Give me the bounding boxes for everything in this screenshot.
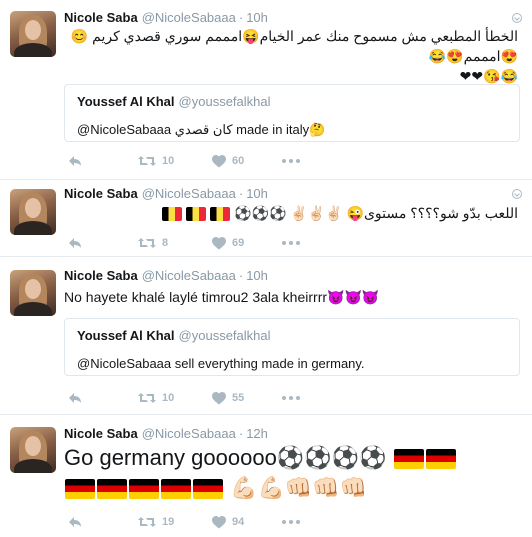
tweet[interactable]: Nicole Saba @NicoleSabaaa · 10h الخطأ المطب… <box>0 0 532 180</box>
quoted-tweet[interactable]: Youssef Al Khal @youssefalkhal @NicoleSab… <box>64 84 520 142</box>
quoted-tweet-header: Youssef Al Khal @youssefalkhal <box>77 94 271 109</box>
retweet-count: 10 <box>162 392 175 404</box>
tweet-header: Nicole Saba @NicoleSabaaa · 10h <box>64 186 268 201</box>
germany-flag-icons <box>64 473 224 503</box>
retweet-icon <box>138 393 156 403</box>
more-button[interactable] <box>282 234 300 252</box>
tweet-actions: 19 94 <box>64 513 364 531</box>
retweet-button[interactable]: 10 <box>138 389 174 407</box>
tweet-text: اللعب بدّو شو؟؟؟؟ مستوى😜 ✌🏻✌🏻✌🏻 ⚽⚽⚽ <box>64 203 518 223</box>
separator-dot: · <box>238 10 244 25</box>
timestamp[interactable]: 10h <box>246 186 268 201</box>
tweet-actions: 10 60 <box>64 152 364 170</box>
tweet-actions: 10 55 <box>64 389 364 407</box>
reply-button[interactable] <box>68 389 88 407</box>
separator-dot: · <box>238 426 244 441</box>
timestamp[interactable]: 10h <box>246 10 268 25</box>
tweet[interactable]: Nicole Saba @NicoleSabaaa · 10h اللعب بدّو … <box>0 180 532 257</box>
tweet-text: Go germany goooooo⚽⚽⚽⚽ 💪🏻💪🏻👊🏻👊🏻👊🏻 <box>64 443 518 503</box>
retweet-icon <box>138 517 156 527</box>
reply-icon <box>69 517 81 527</box>
retweet-icon <box>138 156 156 166</box>
reply-button[interactable] <box>68 152 88 170</box>
quoted-tweet-text: @NicoleSabaaa sell everything made in ge… <box>77 356 365 371</box>
quoted-tweet[interactable]: Youssef Al Khal @youssefalkhal @NicoleSab… <box>64 318 520 376</box>
tweet-text-line-2: 💪🏻💪🏻👊🏻👊🏻👊🏻 <box>230 475 368 500</box>
like-button[interactable]: 69 <box>212 234 244 252</box>
like-icon <box>212 236 226 249</box>
reply-icon <box>69 156 81 166</box>
more-icon <box>282 159 300 163</box>
more-button[interactable] <box>282 513 300 531</box>
avatar[interactable] <box>10 189 56 235</box>
belgium-flag-icons <box>162 203 231 223</box>
user-handle[interactable]: @NicoleSabaaa <box>142 268 236 283</box>
like-count: 60 <box>232 155 245 167</box>
tweet-header: Nicole Saba @NicoleSabaaa · 10h <box>64 268 268 283</box>
like-icon <box>212 154 226 167</box>
quoted-tweet-text: @NicoleSabaaa كان قصدي made in italy🤔 <box>77 122 326 137</box>
display-name[interactable]: Nicole Saba <box>64 186 138 201</box>
like-icon <box>212 391 226 404</box>
more-icon <box>282 241 300 245</box>
caret-icon[interactable] <box>512 13 522 23</box>
more-button[interactable] <box>282 389 300 407</box>
user-handle[interactable]: @NicoleSabaaa <box>142 426 236 441</box>
separator-dot: · <box>238 268 244 283</box>
like-count: 94 <box>232 516 245 528</box>
like-count: 69 <box>232 237 245 249</box>
display-name[interactable]: Nicole Saba <box>64 10 138 25</box>
quoted-user-handle: @youssefalkhal <box>178 94 271 109</box>
retweet-button[interactable]: 19 <box>138 513 174 531</box>
retweet-count: 10 <box>162 155 175 167</box>
tweet-text-line-1: Go germany goooooo⚽⚽⚽⚽ <box>64 445 387 470</box>
more-icon <box>282 520 300 524</box>
more-icon <box>282 396 300 400</box>
display-name[interactable]: Nicole Saba <box>64 268 138 283</box>
timeline: Nicole Saba @NicoleSabaaa · 10h الخطأ المطب… <box>0 0 532 537</box>
timestamp[interactable]: 12h <box>246 426 268 441</box>
tweet-text: الخطأ المطبعي مش مسموح منك عمر الخيام😝ام… <box>70 28 518 84</box>
like-icon <box>212 515 226 528</box>
retweet-button[interactable]: 10 <box>138 152 174 170</box>
reply-button[interactable] <box>68 234 88 252</box>
retweet-count: 19 <box>162 516 175 528</box>
user-handle[interactable]: @NicoleSabaaa <box>142 186 236 201</box>
tweet[interactable]: Nicole Saba @NicoleSabaaa · 10h No hayete k… <box>0 257 532 415</box>
display-name[interactable]: Nicole Saba <box>64 426 138 441</box>
tweet-actions: 8 69 <box>64 234 364 252</box>
quoted-user-handle: @youssefalkhal <box>178 328 271 343</box>
quoted-display-name: Youssef Al Khal <box>77 94 175 109</box>
user-handle[interactable]: @NicoleSabaaa <box>142 10 236 25</box>
like-button[interactable]: 60 <box>212 152 244 170</box>
avatar[interactable] <box>10 270 56 316</box>
timestamp[interactable]: 10h <box>246 268 268 283</box>
like-button[interactable]: 55 <box>212 389 244 407</box>
retweet-icon <box>138 238 156 248</box>
quoted-display-name: Youssef Al Khal <box>77 328 175 343</box>
tweet-text-body: اللعب بدّو شو؟؟؟؟ مستوى😜 ✌🏻✌🏻✌🏻 ⚽⚽⚽ <box>234 205 518 221</box>
like-button[interactable]: 94 <box>212 513 244 531</box>
tweet[interactable]: Nicole Saba @NicoleSabaaa · 12h Go germany … <box>0 415 532 537</box>
tweet-header: Nicole Saba @NicoleSabaaa · 12h <box>64 426 268 441</box>
more-button[interactable] <box>282 152 300 170</box>
quoted-tweet-header: Youssef Al Khal @youssefalkhal <box>77 328 271 343</box>
like-count: 55 <box>232 392 245 404</box>
reply-icon <box>69 393 81 403</box>
reply-icon <box>69 238 81 248</box>
tweet-header: Nicole Saba @NicoleSabaaa · 10h <box>64 10 268 25</box>
retweet-count: 8 <box>162 237 169 249</box>
separator-dot: · <box>238 186 244 201</box>
caret-icon[interactable] <box>512 189 522 199</box>
retweet-button[interactable]: 8 <box>138 234 168 252</box>
reply-button[interactable] <box>68 513 88 531</box>
tweet-text: No hayete khalé laylé timrou2 3ala kheir… <box>64 289 380 305</box>
avatar[interactable] <box>10 427 56 473</box>
germany-flag-icons <box>393 443 457 473</box>
avatar[interactable] <box>10 11 56 57</box>
